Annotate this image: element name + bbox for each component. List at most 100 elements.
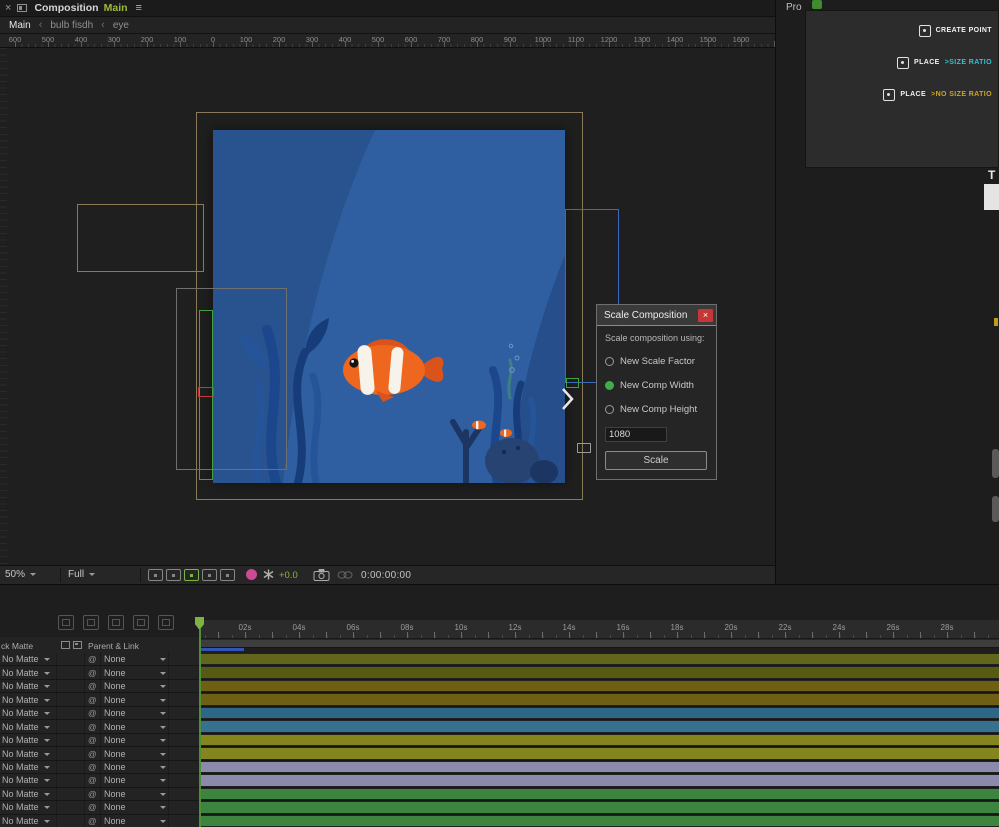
layer-duration-bar[interactable] [200, 721, 999, 732]
layer-duration-bar[interactable] [200, 788, 999, 800]
dialog-close-button[interactable]: × [698, 308, 713, 322]
magnification-dropdown[interactable]: 50% [5, 569, 37, 580]
layer-duration-bar[interactable] [200, 761, 999, 773]
layer-handle-gray[interactable] [577, 443, 591, 453]
layer-duration-bar[interactable] [200, 680, 999, 692]
time-ruler[interactable]: 02s 04s 06s 08s 10s 12s 14s 16s 18s 20s 22s 24s 26s 2… [200, 620, 999, 639]
playhead-line[interactable] [199, 629, 201, 827]
pixel-aspect-icon[interactable] [220, 569, 235, 581]
channels-icon[interactable] [246, 569, 257, 580]
scrollbar-handle[interactable] [992, 449, 999, 478]
scale-button[interactable]: Scale [605, 451, 707, 470]
resolution-dropdown[interactable]: Full [68, 569, 96, 580]
live-update-icon[interactable] [83, 615, 99, 630]
parent-pickwhip-icon[interactable]: @ [88, 708, 97, 718]
parent-link-dropdown[interactable]: None [104, 695, 166, 705]
parent-pickwhip-icon[interactable]: @ [88, 735, 97, 745]
parent-link-dropdown[interactable]: None [104, 722, 166, 732]
track-matte-dropdown[interactable]: No Matte [2, 681, 50, 691]
radio-option-new-comp-width[interactable]: New Comp Width [605, 373, 708, 397]
docked-tool-swatch[interactable] [984, 184, 999, 210]
breadcrumb-item-bulb-fisdh[interactable]: bulb fisdh [50, 20, 93, 31]
layer-duration-bar[interactable] [200, 734, 999, 746]
parent-link-dropdown[interactable]: None [104, 735, 166, 745]
track-matte-dropdown[interactable]: No Matte [2, 708, 50, 718]
track-matte-dropdown[interactable]: No Matte [2, 816, 50, 826]
work-area-bar[interactable] [200, 639, 999, 648]
frame-blending-icon[interactable] [108, 615, 124, 630]
track-matte-dropdown[interactable]: No Matte [2, 749, 50, 759]
comp-width-input[interactable] [605, 427, 667, 442]
button-suffix: >SIZE RATIO [944, 59, 992, 66]
parent-link-dropdown[interactable]: None [104, 775, 166, 785]
mask-visibility-icon[interactable] [166, 569, 181, 581]
place-no-size-ratio-button[interactable]: PLACE >NO SIZE RATIO [883, 87, 992, 102]
parent-pickwhip-icon[interactable]: @ [88, 654, 97, 664]
motion-blur-icon[interactable] [133, 615, 149, 630]
panel-menu-icon[interactable]: ≡ [136, 2, 142, 14]
show-snapshot-icon[interactable] [337, 570, 353, 583]
parent-pickwhip-icon[interactable]: @ [88, 762, 97, 772]
parent-pickwhip-icon[interactable]: @ [88, 749, 97, 759]
parent-link-dropdown[interactable]: None [104, 802, 166, 812]
snapshot-camera-icon[interactable] [313, 568, 330, 585]
layer-duration-bar[interactable] [200, 707, 999, 719]
track-matte-dropdown[interactable]: No Matte [2, 762, 50, 772]
parent-link-dropdown[interactable]: None [104, 789, 166, 799]
track-matte-dropdown[interactable]: No Matte [2, 654, 50, 664]
create-point-button[interactable]: CREATE POINT [918, 23, 992, 38]
exposure-icon[interactable] [263, 569, 274, 583]
parent-pickwhip-icon[interactable]: @ [88, 789, 97, 799]
layer-duration-bar[interactable] [200, 667, 999, 678]
layer-duration-bar[interactable] [200, 654, 999, 665]
transparency-grid-icon[interactable] [202, 569, 217, 581]
radio-option-new-comp-height[interactable]: New Comp Height [605, 397, 708, 421]
layer-bounds-left[interactable] [77, 204, 204, 272]
breadcrumb-item-main[interactable]: Main [9, 20, 31, 31]
parent-pickwhip-icon[interactable]: @ [88, 681, 97, 691]
layer-duration-bar[interactable] [200, 748, 999, 759]
graph-editor-icon[interactable] [158, 615, 174, 630]
parent-link-dropdown[interactable]: None [104, 749, 166, 759]
composition-panel: × Composition Main ≡ Main ‹ bulb fisdh ‹ eye… [0, 0, 776, 584]
track-matte-dropdown[interactable]: No Matte [2, 802, 50, 812]
choose-grid-icon[interactable] [148, 569, 163, 581]
breadcrumb-item-eye[interactable]: eye [113, 20, 129, 31]
properties-panel: Pro CREATE POINT PLACE >SIZE RATIO PLACE >… [776, 0, 999, 584]
track-matte-dropdown[interactable]: No Matte [2, 735, 50, 745]
properties-tab[interactable]: Pro [786, 2, 802, 13]
parent-pickwhip-icon[interactable]: @ [88, 816, 97, 826]
parent-link-dropdown[interactable]: None [104, 681, 166, 691]
layer-duration-bar[interactable] [200, 802, 999, 813]
layer-duration-bar[interactable] [200, 775, 999, 786]
region-of-interest-icon[interactable] [184, 569, 199, 581]
parent-link-dropdown[interactable]: None [104, 654, 166, 664]
dialog-title-bar[interactable]: Scale Composition × [597, 305, 716, 326]
layer-bounds-red[interactable] [198, 387, 214, 397]
track-matte-dropdown[interactable]: No Matte [2, 722, 50, 732]
parent-link-dropdown[interactable]: None [104, 668, 166, 678]
track-matte-dropdown[interactable]: No Matte [2, 775, 50, 785]
layer-duration-bar[interactable] [200, 694, 999, 705]
parent-link-dropdown[interactable]: None [104, 816, 166, 826]
radio-option-new-scale-factor[interactable]: New Scale Factor [605, 349, 708, 373]
parent-link-dropdown[interactable]: None [104, 762, 166, 772]
exposure-value[interactable]: +0.0 [279, 570, 298, 581]
track-matte-dropdown[interactable]: No Matte [2, 789, 50, 799]
parent-pickwhip-icon[interactable]: @ [88, 695, 97, 705]
composition-viewport[interactable]: Scale Composition × Scale composition us… [0, 48, 775, 565]
place-size-ratio-button[interactable]: PLACE >SIZE RATIO [897, 55, 992, 70]
parent-pickwhip-icon[interactable]: @ [88, 722, 97, 732]
scrollbar-handle[interactable] [992, 496, 999, 522]
parent-pickwhip-icon[interactable]: @ [88, 775, 97, 785]
parent-pickwhip-icon[interactable]: @ [88, 668, 97, 678]
panel-close-icon[interactable]: × [5, 2, 11, 14]
parent-link-dropdown[interactable]: None [104, 708, 166, 718]
layer-duration-bar[interactable] [200, 815, 999, 827]
track-matte-dropdown[interactable]: No Matte [2, 668, 50, 678]
parent-pickwhip-icon[interactable]: @ [88, 802, 97, 812]
track-matte-dropdown[interactable]: No Matte [2, 695, 50, 705]
timecode-display[interactable]: 0:00:00:00 [361, 570, 411, 581]
layer-bounds-gray[interactable] [176, 288, 287, 470]
comp-marker-bin-icon[interactable] [58, 615, 74, 630]
